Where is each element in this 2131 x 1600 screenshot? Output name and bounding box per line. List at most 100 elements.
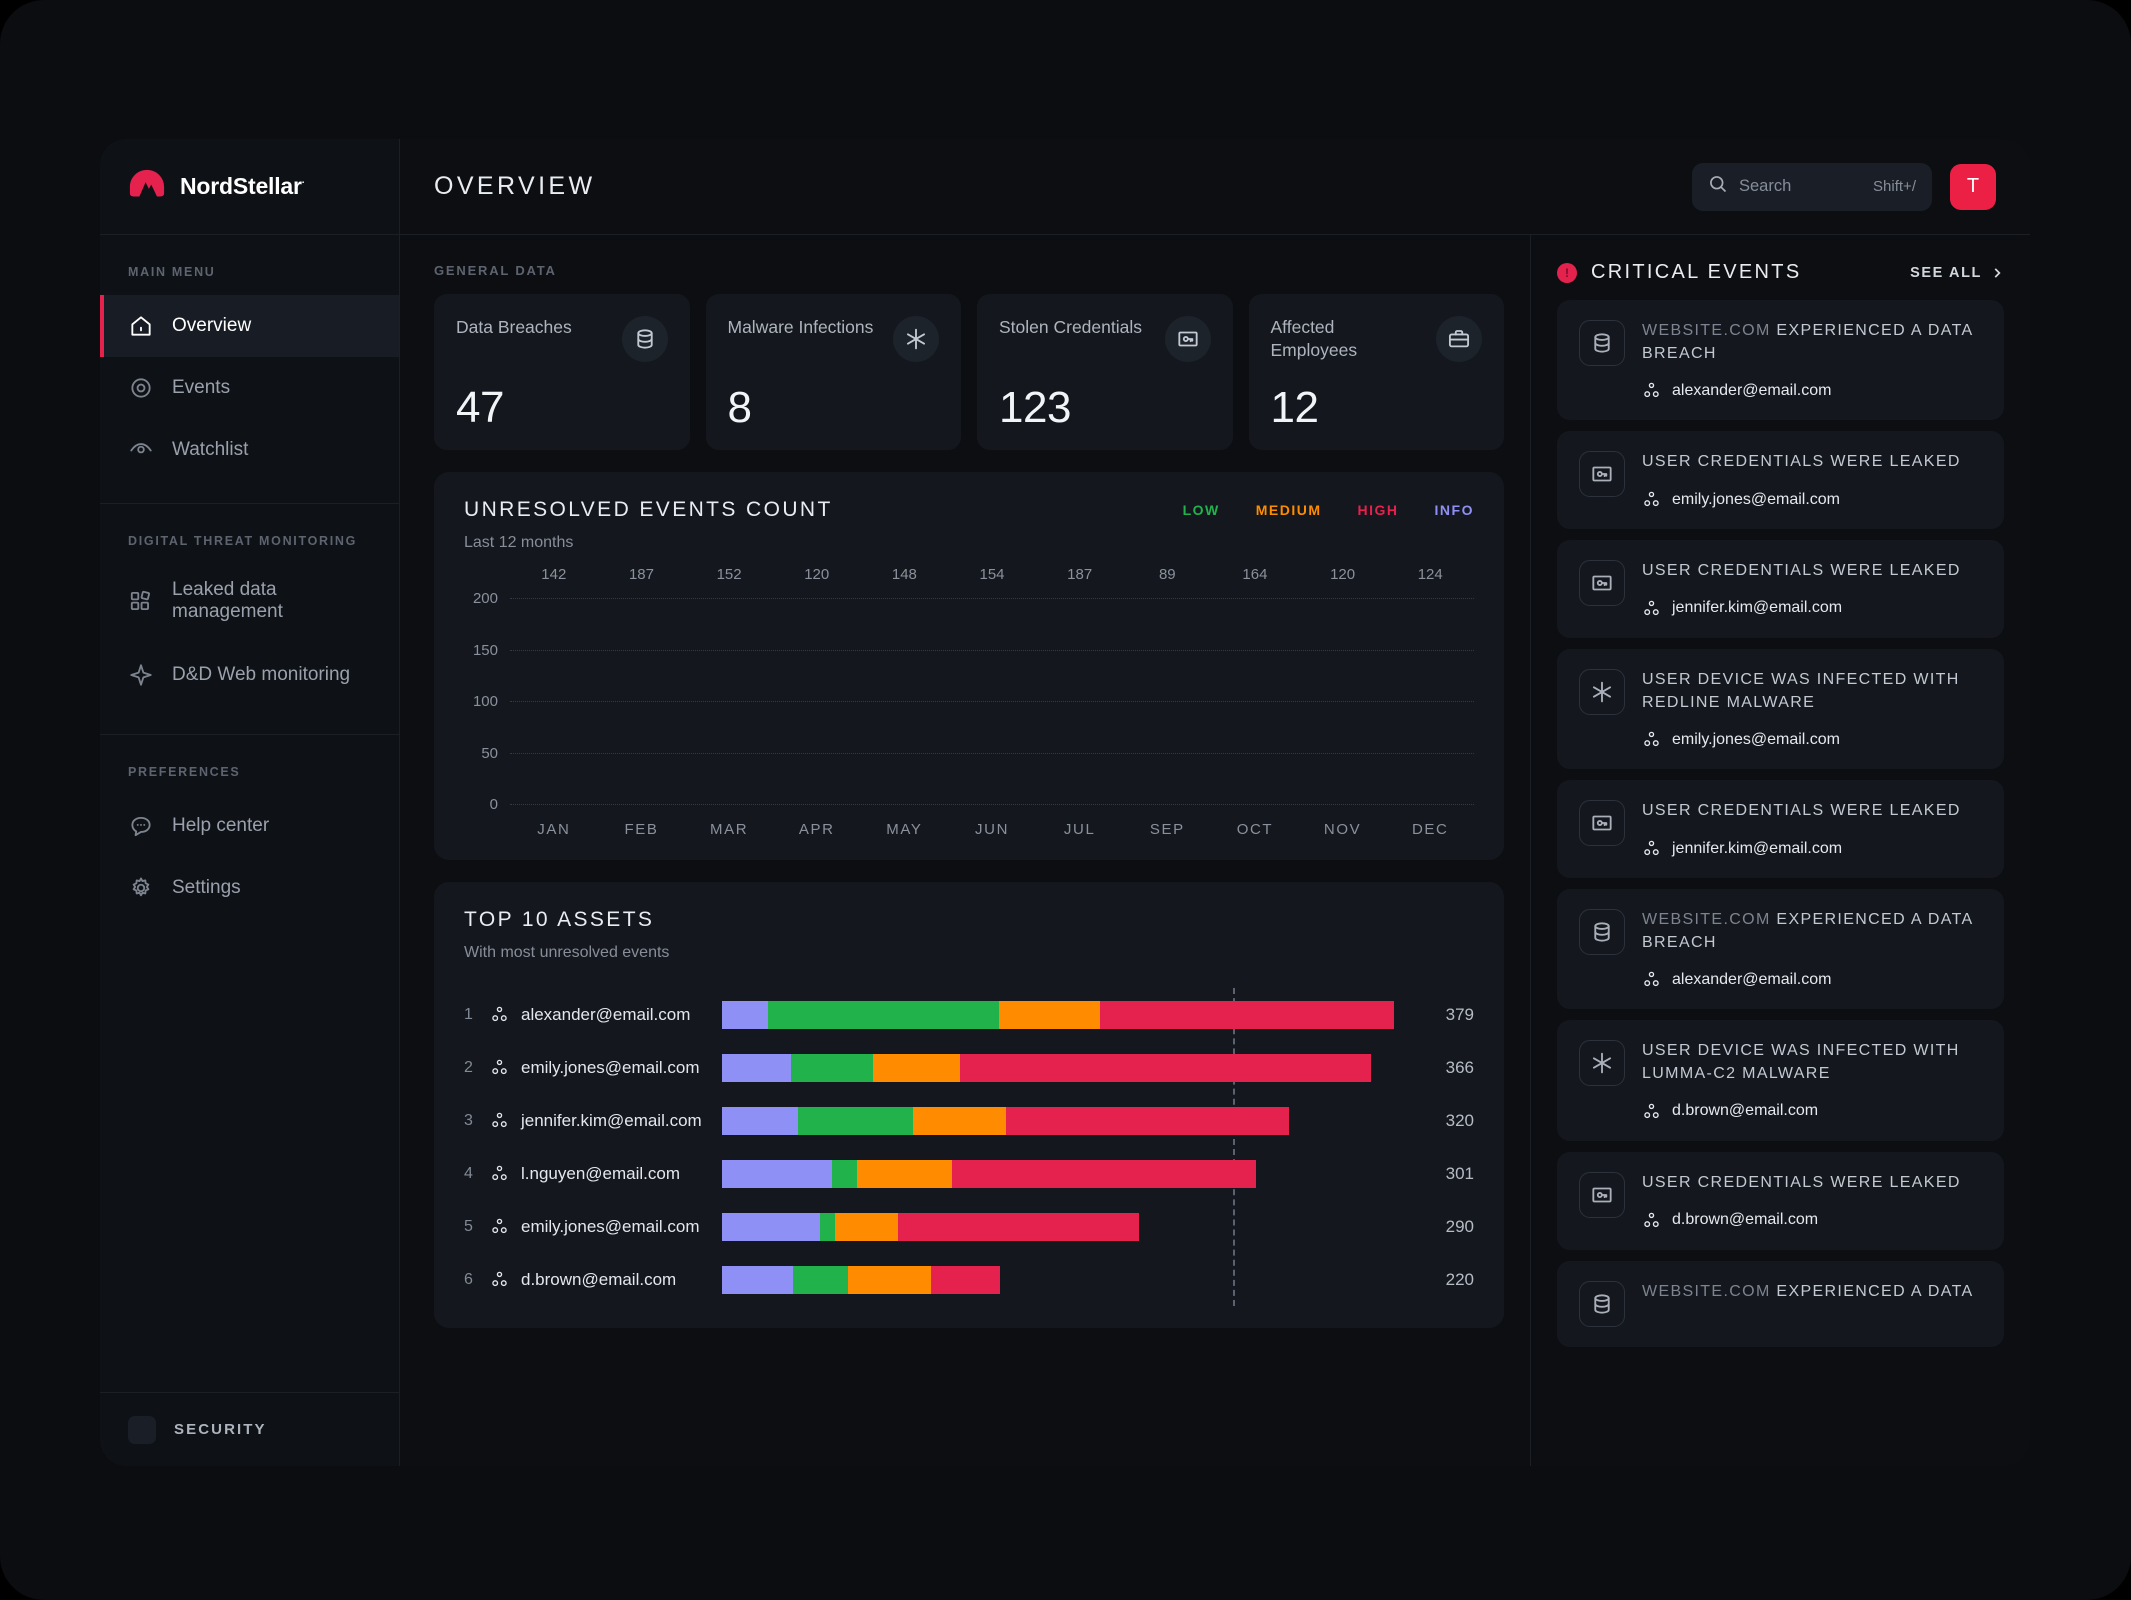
people-icon <box>490 1111 509 1130</box>
list-item[interactable]: USER CREDENTIALS WERE LEAKED d.brown@emai… <box>1557 1151 2004 1250</box>
asset-bar-wrap <box>722 1159 1394 1188</box>
people-icon <box>1644 600 1659 615</box>
sidebar-section-label: MAIN MENU <box>128 265 216 279</box>
search-input[interactable]: Search Shift+/ <box>1692 162 1932 211</box>
device-frame: NordStellar· MAIN MENU Overview Events Watc… <box>0 0 2131 1600</box>
chart-x-axis: JAN FEB MAR APR MAY JUN JUL SEP OCT NOV DEC <box>510 821 1474 838</box>
chart-month-label: APR <box>798 821 835 838</box>
stat-card-affected-employees[interactable]: Affected Employees 12 <box>1248 294 1504 450</box>
avatar[interactable]: T <box>1950 163 1996 210</box>
sidebar-item-label: Events <box>172 376 231 398</box>
sidebar-item-events[interactable]: Events <box>100 357 399 419</box>
chart-header: UNRESOLVED EVENTS COUNT Last 12 months L… <box>464 498 1474 552</box>
list-item[interactable]: USER CREDENTIALS WERE LEAKED jennifer.kim… <box>1557 780 2004 879</box>
legend-item-medium[interactable]: MEDIUM <box>1256 502 1322 518</box>
people-icon <box>1642 970 1661 989</box>
list-item[interactable]: WEBSITE.COM EXPERIENCED A DATA <box>1557 1260 2004 1347</box>
chart-legend: LOW MEDIUM HIGH INFO <box>1183 498 1474 518</box>
bar-column[interactable] <box>510 598 598 804</box>
sidebar-item-security[interactable]: SECURITY <box>100 1392 399 1466</box>
chart-subtitle: Last 12 months <box>464 534 574 551</box>
stat-card-value: 47 <box>456 383 504 432</box>
bar-column[interactable] <box>1123 598 1211 804</box>
asset-total: 366 <box>1445 1057 1474 1077</box>
event-prefix: WEBSITE.COM <box>1642 1282 1771 1300</box>
asterisk-icon <box>893 316 939 362</box>
asset-segment-medium <box>847 1265 932 1294</box>
asset-segment-medium <box>856 1159 953 1188</box>
table-row[interactable]: 1 alexander@email.com 379 <box>464 988 1474 1041</box>
asset-segment-high <box>897 1212 1139 1241</box>
bar-column[interactable] <box>861 598 949 804</box>
chart-total-label: 152 <box>716 566 742 583</box>
stat-card-malware-infections[interactable]: Malware Infections 8 <box>705 294 961 450</box>
sidebar-item-label: Watchlist <box>172 438 249 460</box>
sidebar-section-label: DIGITAL THREAT MONITORING <box>128 534 358 548</box>
event-user: jennifer.kim@email.com <box>1642 599 1982 618</box>
key-card-icon <box>1579 451 1625 498</box>
bar-column[interactable] <box>1299 598 1387 804</box>
gear-icon <box>132 877 150 897</box>
eye-icon <box>130 443 152 454</box>
legend-item-info[interactable]: INFO <box>1435 502 1474 518</box>
stat-card-stolen-credentials[interactable]: Stolen Credentials 123 <box>977 294 1233 450</box>
bar-column[interactable] <box>598 598 686 804</box>
table-row[interactable]: 4 l.nguyen@email.com 301 <box>464 1147 1474 1200</box>
chart-month-label: MAY <box>886 821 923 838</box>
bar-column[interactable] <box>685 598 773 804</box>
asterisk-icon <box>1579 1040 1625 1087</box>
list-item[interactable]: USER CREDENTIALS WERE LEAKED emily.jones@… <box>1557 431 2004 530</box>
stat-card-data-breaches[interactable]: Data Breaches 47 <box>434 294 690 450</box>
brand-logo[interactable]: NordStellar· <box>100 139 399 235</box>
list-item[interactable]: WEBSITE.COM EXPERIENCED A DATA BREACH ale… <box>1557 889 2004 1010</box>
bar-column[interactable] <box>948 598 1036 804</box>
bar-column[interactable] <box>1036 598 1124 804</box>
bar-column[interactable] <box>773 598 861 804</box>
event-body: WEBSITE.COM EXPERIENCED A DATA <box>1642 1281 1982 1304</box>
table-row[interactable]: 5 emily.jones@email.com 290 <box>464 1200 1474 1253</box>
list-item[interactable]: USER DEVICE WAS INFECTED WITH REDLINE MA… <box>1557 648 2004 770</box>
sidebar-item-settings[interactable]: Settings <box>100 857 399 919</box>
chart-month-label: SEP <box>1149 821 1185 838</box>
asset-rank: 1 <box>464 1005 473 1023</box>
table-row[interactable]: 2 emily.jones@email.com 366 <box>464 1041 1474 1094</box>
event-user-email: d.brown@email.com <box>1672 1211 1819 1229</box>
sidebar-item-overview[interactable]: Overview <box>100 295 399 357</box>
sidebar-item-watchlist[interactable]: Watchlist <box>100 419 399 481</box>
legend-item-low[interactable]: LOW <box>1183 502 1220 518</box>
table-row[interactable]: 3 jennifer.kim@email.com 320 <box>464 1094 1474 1147</box>
bar-column[interactable] <box>1211 598 1299 804</box>
people-icon <box>492 1006 507 1022</box>
assets-subtitle: With most unresolved events <box>464 944 670 961</box>
bar-column[interactable] <box>1386 598 1474 804</box>
people-icon <box>490 1005 509 1024</box>
event-user-email: emily.jones@email.com <box>1672 490 1840 508</box>
database-icon <box>1594 922 1610 942</box>
people-icon <box>490 1058 509 1077</box>
table-row[interactable]: 6 d.brown@email.com 220 <box>464 1253 1474 1306</box>
event-body: USER DEVICE WAS INFECTED WITH LUMMA-C2 M… <box>1642 1040 1982 1120</box>
sidebar-item-leaked-data-management[interactable]: Leaked data management <box>100 564 399 638</box>
asset-segment-info <box>722 1053 792 1082</box>
asset-stacked-bar <box>722 1053 1371 1082</box>
sidebar-item-label: D&D Web monitoring <box>172 663 351 685</box>
nordstellar-logo-icon <box>128 168 166 206</box>
sidebar-item-d-d-web-monitoring[interactable]: D&D Web monitoring <box>100 638 399 712</box>
asset-segment-medium <box>913 1106 1006 1135</box>
see-all-button[interactable]: SEE ALL <box>1910 265 2004 281</box>
chart-month-label: JAN <box>537 821 571 838</box>
stat-card-value: 8 <box>727 383 752 432</box>
legend-item-high[interactable]: HIGH <box>1358 502 1399 518</box>
general-data-label: GENERAL DATA <box>434 263 557 278</box>
stat-card-name: Affected Employees <box>1270 317 1358 360</box>
list-item[interactable]: USER DEVICE WAS INFECTED WITH LUMMA-C2 M… <box>1557 1020 2004 1141</box>
chat-icon <box>131 816 151 837</box>
people-icon <box>492 1112 507 1128</box>
topbar: OVERVIEW Search Shift+/ T <box>400 139 2030 235</box>
sidebar-item-help-center[interactable]: Help center <box>100 795 399 857</box>
list-item[interactable]: USER CREDENTIALS WERE LEAKED jennifer.kim… <box>1557 540 2004 638</box>
list-item[interactable]: WEBSITE.COM EXPERIENCED A DATA BREACH ale… <box>1557 300 2004 421</box>
asset-segment-low <box>819 1212 836 1241</box>
target-icon <box>131 378 151 398</box>
people-icon <box>1642 730 1661 749</box>
